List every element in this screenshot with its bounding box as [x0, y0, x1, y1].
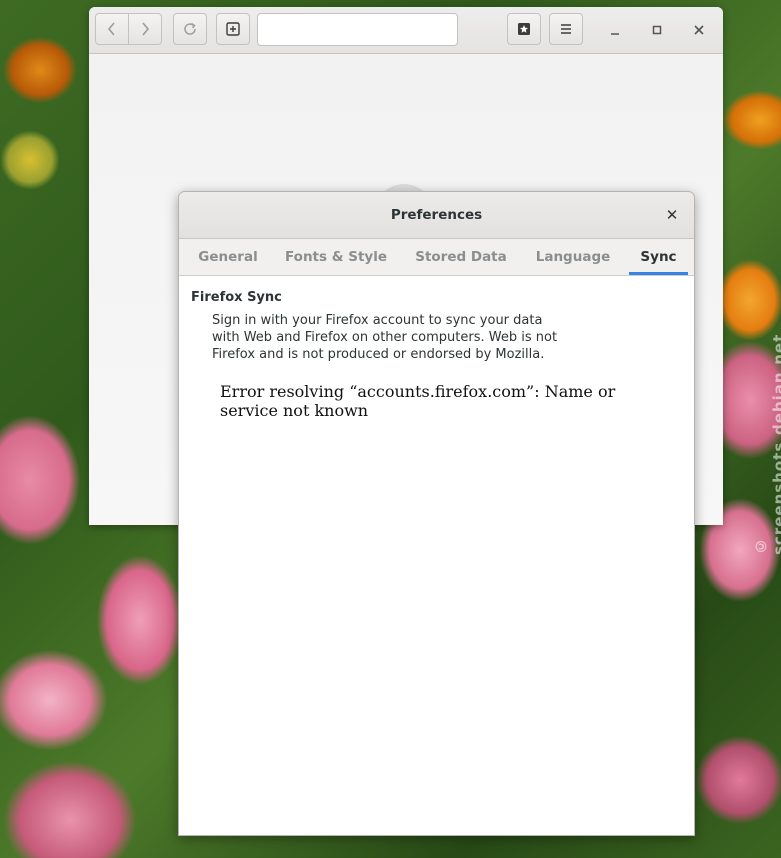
close-button[interactable]	[689, 20, 709, 40]
browser-headerbar	[89, 7, 723, 54]
bookmark-star-icon	[518, 23, 530, 35]
error-line: service not known	[220, 401, 369, 420]
sync-description-line: Sign in with your Firefox account to syn…	[212, 313, 543, 328]
dialog-header: Preferences ✕	[179, 192, 694, 239]
hamburger-menu-icon	[561, 24, 571, 34]
chevron-right-icon	[142, 22, 150, 36]
minimize-button[interactable]	[605, 20, 625, 40]
reload-button[interactable]	[173, 13, 207, 45]
bookmarks-button[interactable]	[507, 13, 541, 45]
tab-general[interactable]: General	[189, 239, 267, 275]
maximize-button[interactable]	[647, 20, 667, 40]
forward-button[interactable]	[128, 13, 162, 45]
new-tab-icon	[226, 22, 240, 36]
tab-fonts-style[interactable]: Fonts & Style	[279, 239, 393, 275]
sync-description: Sign in with your Firefox account to syn…	[212, 312, 572, 363]
maximize-icon	[652, 25, 662, 35]
error-line: Error resolving “accounts.firefox.com”: …	[220, 382, 616, 401]
dialog-close-button[interactable]: ✕	[663, 206, 681, 224]
close-icon	[694, 25, 704, 35]
close-icon: ✕	[665, 206, 679, 224]
minimize-icon	[611, 33, 619, 35]
sync-heading: Firefox Sync	[191, 290, 282, 305]
dialog-title: Preferences	[390, 207, 483, 223]
menu-button[interactable]	[549, 13, 583, 45]
new-tab-button[interactable]	[216, 13, 250, 45]
back-button[interactable]	[95, 13, 129, 45]
watermark: © screenshots.debian.net	[752, 333, 781, 555]
sync-description-line: Firefox and is not produced or endorsed …	[212, 347, 545, 362]
chevron-left-icon	[107, 22, 115, 36]
reload-icon	[184, 22, 196, 35]
navigation-buttons	[95, 13, 162, 45]
preferences-dialog: Preferences ✕ General Fonts & Style Stor…	[178, 191, 695, 836]
tab-sync[interactable]: Sync	[629, 239, 688, 275]
url-bar[interactable]	[257, 13, 458, 46]
preferences-tabs: General Fonts & Style Stored Data Langua…	[179, 239, 694, 276]
sync-error-message: Error resolving “accounts.firefox.com”: …	[220, 382, 640, 420]
sync-description-line: with Web and Firefox on other computers.…	[212, 330, 558, 345]
tab-language[interactable]: Language	[529, 239, 617, 275]
tab-stored-data[interactable]: Stored Data	[409, 239, 513, 275]
